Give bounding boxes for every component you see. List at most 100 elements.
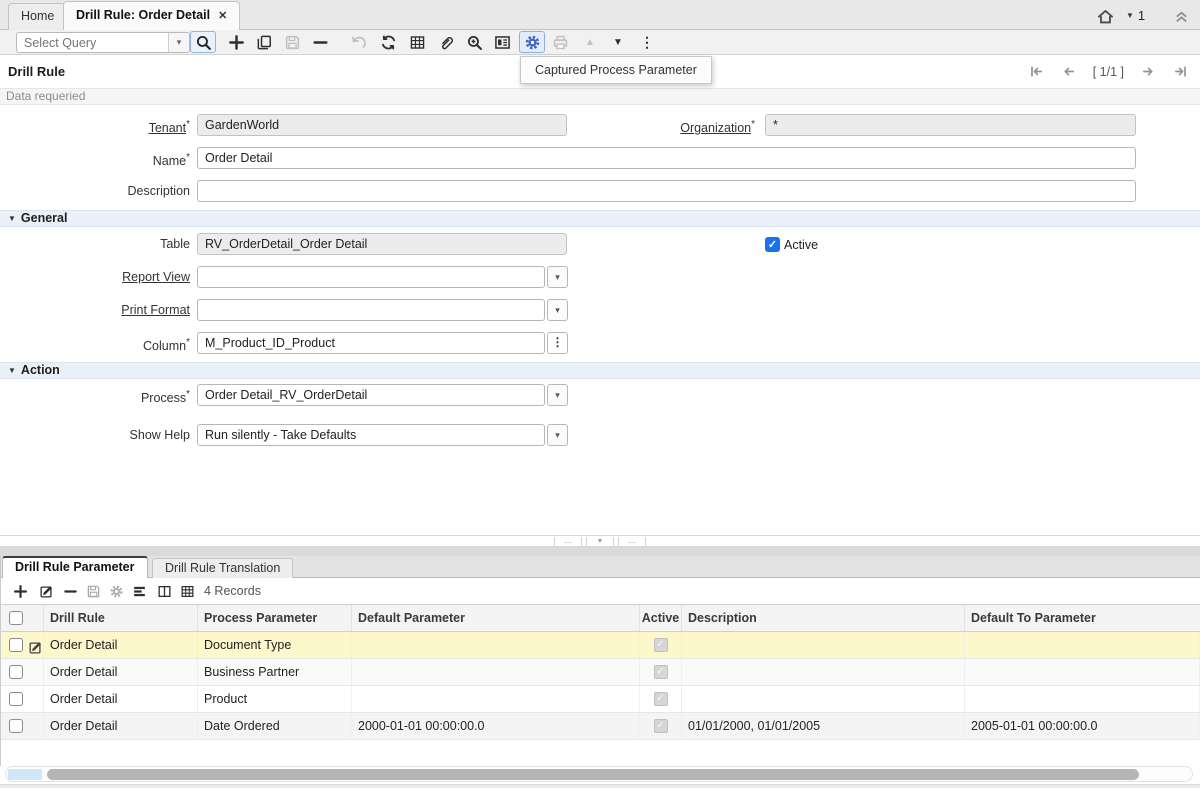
- print-format-label[interactable]: Print Format: [15, 299, 190, 321]
- copy-record-button[interactable]: [255, 33, 273, 51]
- row-checkbox[interactable]: [9, 719, 23, 733]
- detail-process-button[interactable]: [108, 583, 124, 599]
- tab-drill-rule[interactable]: Drill Rule: Order Detail ✕: [63, 1, 241, 30]
- table-row[interactable]: Order Detail Product ✓: [0, 686, 1200, 713]
- column-field[interactable]: [197, 332, 545, 354]
- detail-record-button[interactable]: ▼: [609, 33, 627, 51]
- cell-active: ✓: [640, 632, 682, 658]
- attachment-button[interactable]: [437, 33, 455, 51]
- print-format-field[interactable]: [197, 299, 545, 321]
- table-field[interactable]: [197, 233, 567, 255]
- last-record-button[interactable]: [1173, 64, 1188, 79]
- chevron-down-icon: ▾: [176, 37, 182, 47]
- find-record-button[interactable]: [190, 31, 216, 53]
- row-checkbox[interactable]: [9, 638, 23, 652]
- select-query-dropdown-button[interactable]: ▾: [168, 33, 189, 52]
- report-view-field[interactable]: [197, 266, 545, 288]
- detail-edit-button[interactable]: [38, 583, 54, 599]
- select-query-input[interactable]: [17, 33, 168, 52]
- process-field[interactable]: [197, 384, 545, 406]
- close-tab-icon[interactable]: ✕: [218, 10, 227, 22]
- first-record-button[interactable]: [1029, 64, 1044, 79]
- description-label: Description: [127, 184, 190, 198]
- chevron-down-icon: ▾: [555, 390, 560, 400]
- double-chevron-up-icon: [1173, 8, 1190, 25]
- process-dropdown-button[interactable]: ▾: [547, 384, 568, 406]
- tenant-field[interactable]: [197, 114, 567, 136]
- window-count-dropdown[interactable]: ▼ 1: [1126, 0, 1145, 30]
- previous-record-button[interactable]: [1061, 64, 1076, 79]
- row-checkbox[interactable]: [9, 692, 23, 706]
- splitter-grip-icon[interactable]: …: [618, 536, 646, 546]
- column-header-default-to-parameter[interactable]: Default To Parameter: [965, 605, 1200, 631]
- table-row[interactable]: Order Detail Business Partner ✓: [0, 659, 1200, 686]
- report-view-label[interactable]: Report View: [15, 266, 190, 288]
- cell-drill-rule: Order Detail: [44, 659, 198, 685]
- column-header-drill-rule[interactable]: Drill Rule: [44, 605, 198, 631]
- tab-drill-rule-parameter[interactable]: Drill Rule Parameter: [2, 556, 148, 578]
- table-label: Table: [160, 237, 190, 251]
- print-format-dropdown-button[interactable]: ▾: [547, 299, 568, 321]
- organization-field[interactable]: [765, 114, 1136, 136]
- next-record-button[interactable]: [1141, 64, 1156, 79]
- table-row[interactable]: Order Detail Date Ordered 2000-01-01 00:…: [0, 713, 1200, 740]
- show-help-field[interactable]: [197, 424, 545, 446]
- detail-new-button[interactable]: [12, 583, 28, 599]
- column-header-active[interactable]: Active: [640, 605, 682, 631]
- report-button[interactable]: [493, 33, 511, 51]
- cell-default-parameter: 2000-01-01 00:00:00.0: [352, 713, 640, 739]
- tab-home[interactable]: Home: [8, 3, 68, 30]
- column-header-default-parameter[interactable]: Default Parameter: [352, 605, 640, 631]
- parent-record-button[interactable]: ▲: [581, 33, 599, 51]
- tab-home-label: Home: [21, 9, 55, 23]
- column-more-button[interactable]: ⋮: [547, 332, 568, 354]
- new-record-button[interactable]: [227, 33, 245, 51]
- detail-delete-button[interactable]: [62, 583, 78, 599]
- detail-grid-view-button[interactable]: [179, 583, 195, 599]
- panel-splitter[interactable]: … ▼ …: [0, 535, 1200, 546]
- splitter-grip-icon[interactable]: …: [554, 536, 582, 546]
- application-window: Home Drill Rule: Order Detail ✕ ▼ 1 ▾ ▲ ▼…: [0, 0, 1200, 788]
- save-button[interactable]: [283, 33, 301, 51]
- splitter-collapse-icon[interactable]: ▼: [586, 537, 614, 546]
- process-button[interactable]: [519, 31, 545, 53]
- refresh-button[interactable]: [379, 33, 397, 51]
- chevron-down-icon: ▾: [555, 430, 560, 440]
- active-checkbox-readonly: ✓: [653, 638, 668, 652]
- collapse-header-button[interactable]: [1172, 7, 1190, 25]
- active-checkbox[interactable]: ✓: [765, 237, 780, 252]
- show-help-dropdown-button[interactable]: ▾: [547, 424, 568, 446]
- detail-save-button[interactable]: [85, 583, 101, 599]
- more-actions-button[interactable]: ⋮: [638, 33, 656, 51]
- home-button[interactable]: [1096, 7, 1114, 25]
- organization-label[interactable]: Organization*: [580, 114, 755, 139]
- undo-button[interactable]: [349, 33, 367, 51]
- tab-drill-rule-translation[interactable]: Drill Rule Translation: [152, 558, 294, 578]
- print-button[interactable]: [551, 33, 569, 51]
- grid-toggle-button[interactable]: [408, 33, 426, 51]
- report-view-dropdown-button[interactable]: ▾: [547, 266, 568, 288]
- cell-default-parameter: [352, 659, 640, 685]
- delete-record-button[interactable]: [311, 33, 329, 51]
- splitter-handles[interactable]: … ▼ …: [552, 536, 648, 546]
- row-checkbox[interactable]: [9, 665, 23, 679]
- section-action[interactable]: ▼ Action: [0, 362, 1200, 379]
- select-all-checkbox[interactable]: [9, 611, 23, 625]
- gear-icon: [524, 34, 541, 51]
- tenant-label[interactable]: Tenant*: [15, 114, 190, 139]
- scrollbar-thumb[interactable]: [47, 769, 1139, 780]
- table-row[interactable]: Order Detail Document Type ✓: [0, 632, 1200, 659]
- cell-drill-rule: Order Detail: [44, 686, 198, 712]
- zoom-across-button[interactable]: [465, 33, 483, 51]
- row-edit-button[interactable]: [28, 638, 43, 653]
- column-header-process-parameter[interactable]: Process Parameter: [198, 605, 352, 631]
- column-header-description[interactable]: Description: [682, 605, 965, 631]
- select-query-combo[interactable]: ▾: [16, 32, 190, 53]
- detail-columns-button[interactable]: [156, 583, 172, 599]
- horizontal-scrollbar[interactable]: [5, 766, 1193, 782]
- section-general[interactable]: ▼ General: [0, 210, 1200, 227]
- detail-list-view-button[interactable]: [131, 583, 147, 599]
- edit-icon: [39, 584, 54, 599]
- name-field[interactable]: [197, 147, 1136, 169]
- description-field[interactable]: [197, 180, 1136, 202]
